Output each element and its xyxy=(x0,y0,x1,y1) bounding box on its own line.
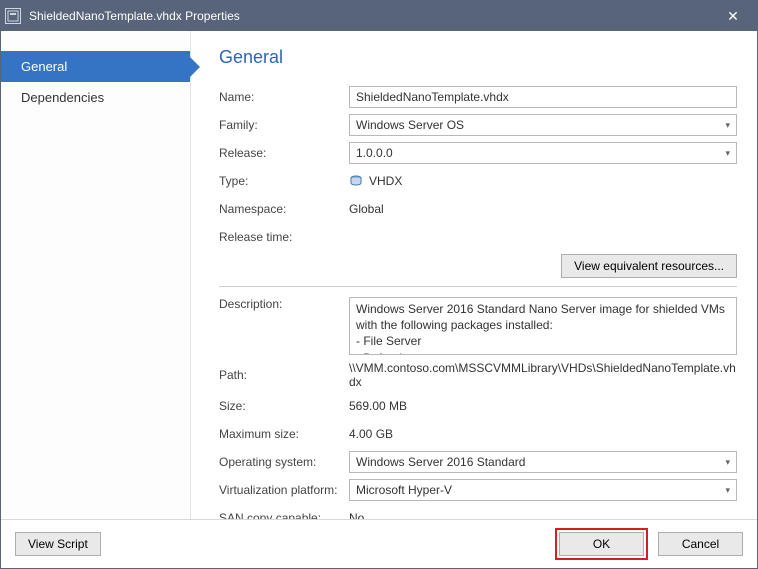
ok-button[interactable]: OK xyxy=(559,532,644,556)
path-value: \\VMM.contoso.com\MSSCVMMLibrary\VHDs\Sh… xyxy=(349,361,737,389)
san-value: No xyxy=(349,511,737,519)
namespace-value: Global xyxy=(349,202,737,216)
family-dropdown[interactable]: Windows Server OS ▾ xyxy=(349,114,737,136)
close-button[interactable]: ✕ xyxy=(713,1,753,31)
max-size-value: 4.00 GB xyxy=(349,427,737,441)
disk-icon xyxy=(349,174,363,188)
label-size: Size: xyxy=(219,399,349,413)
divider xyxy=(219,286,737,287)
app-icon xyxy=(5,8,21,24)
view-script-button[interactable]: View Script xyxy=(15,532,101,556)
page-heading: General xyxy=(219,47,737,68)
sidebar-item-dependencies[interactable]: Dependencies xyxy=(1,82,190,113)
size-value: 569.00 MB xyxy=(349,399,737,413)
body-area: General Dependencies General Name: Famil… xyxy=(1,31,757,519)
name-input[interactable] xyxy=(349,86,737,108)
label-os: Operating system: xyxy=(219,455,349,469)
os-dropdown[interactable]: Windows Server 2016 Standard ▾ xyxy=(349,451,737,473)
description-textarea[interactable] xyxy=(349,297,737,355)
label-description: Description: xyxy=(219,297,349,311)
type-value: VHDX xyxy=(349,174,737,188)
label-san: SAN copy capable: xyxy=(219,511,349,519)
label-family: Family: xyxy=(219,118,349,132)
window-title: ShieldedNanoTemplate.vhdx Properties xyxy=(29,9,713,23)
titlebar: ShieldedNanoTemplate.vhdx Properties ✕ xyxy=(1,1,757,31)
label-max-size: Maximum size: xyxy=(219,427,349,441)
footer: View Script OK Cancel xyxy=(1,519,757,568)
label-name: Name: xyxy=(219,90,349,104)
os-value: Windows Server 2016 Standard xyxy=(356,455,525,469)
label-type: Type: xyxy=(219,174,349,188)
ok-highlight: OK xyxy=(555,528,648,560)
release-dropdown[interactable]: 1.0.0.0 ▾ xyxy=(349,142,737,164)
label-virt: Virtualization platform: xyxy=(219,483,349,497)
label-path: Path: xyxy=(219,368,349,382)
chevron-down-icon: ▾ xyxy=(725,148,730,159)
chevron-down-icon: ▾ xyxy=(725,485,730,496)
sidebar: General Dependencies xyxy=(1,31,191,519)
chevron-down-icon: ▾ xyxy=(725,120,730,131)
view-equivalent-button[interactable]: View equivalent resources... xyxy=(561,254,737,278)
sidebar-item-label: Dependencies xyxy=(21,90,104,105)
sidebar-item-general[interactable]: General xyxy=(1,51,190,82)
virt-dropdown[interactable]: Microsoft Hyper-V ▾ xyxy=(349,479,737,501)
sidebar-item-label: General xyxy=(21,59,67,74)
release-value: 1.0.0.0 xyxy=(356,146,393,160)
family-value: Windows Server OS xyxy=(356,118,464,132)
chevron-down-icon: ▾ xyxy=(725,457,730,468)
content-panel: General Name: Family: Windows Server OS … xyxy=(191,31,757,519)
virt-value: Microsoft Hyper-V xyxy=(356,483,452,497)
label-release-time: Release time: xyxy=(219,230,349,244)
cancel-button[interactable]: Cancel xyxy=(658,532,743,556)
label-release: Release: xyxy=(219,146,349,160)
label-namespace: Namespace: xyxy=(219,202,349,216)
